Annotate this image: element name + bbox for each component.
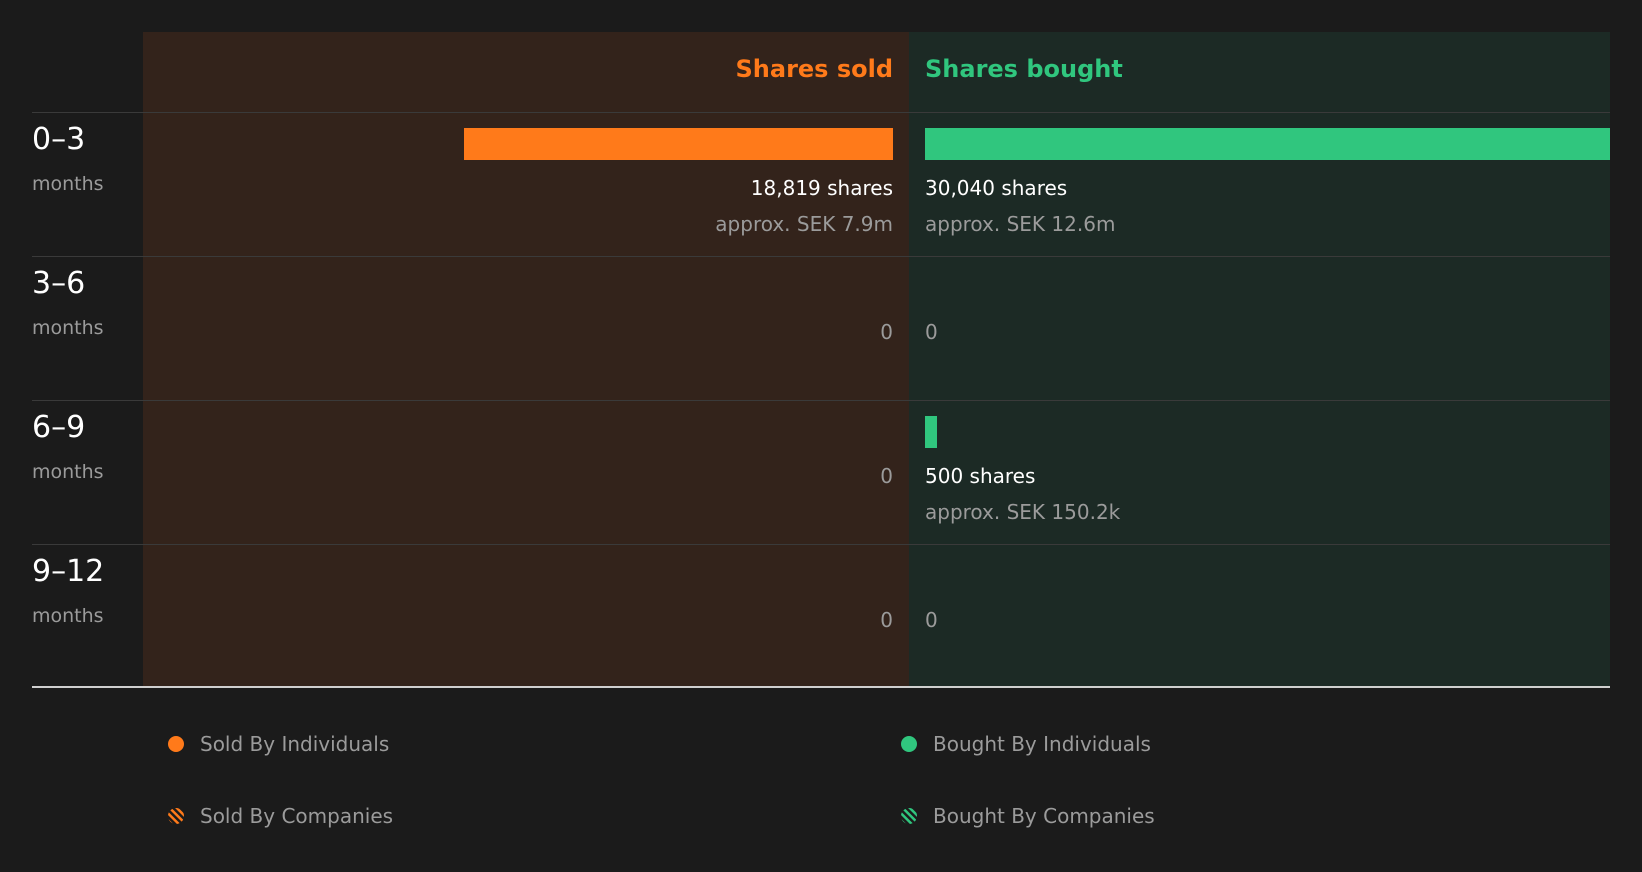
row-label: 0–3 xyxy=(32,122,86,157)
legend-label: Sold By Individuals xyxy=(200,732,390,756)
sold-zero-label: 0 xyxy=(880,608,893,632)
row-separator xyxy=(32,256,1610,257)
sold-shares-label: 18,819 shares xyxy=(750,176,893,200)
legend-label: Bought By Individuals xyxy=(933,732,1151,756)
dot-icon xyxy=(901,736,917,752)
legend-item[interactable]: Sold By Individuals xyxy=(168,731,389,757)
bought-bar[interactable] xyxy=(925,416,937,448)
bought-value-label: approx. SEK 12.6m xyxy=(925,212,1116,236)
sold-bar[interactable] xyxy=(463,128,893,160)
bought-zero-label: 0 xyxy=(925,320,938,344)
legend-item[interactable]: Bought By Companies xyxy=(901,803,1155,829)
shares-sold-header: Shares sold xyxy=(735,55,894,83)
row-unit: months xyxy=(32,461,104,483)
legend-label: Bought By Companies xyxy=(933,804,1155,828)
bought-value-label: approx. SEK 150.2k xyxy=(925,500,1121,524)
row-unit: months xyxy=(32,317,104,339)
row-label: 9–12 xyxy=(32,554,105,589)
dot-icon xyxy=(168,736,184,752)
row-separator xyxy=(32,544,1610,545)
insider-trading-chart: Shares sold Shares bought 0–3 months 18,81… xyxy=(0,0,1642,872)
row-label: 3–6 xyxy=(32,266,86,301)
striped-dot-icon xyxy=(168,808,184,824)
sold-zero-label: 0 xyxy=(880,320,893,344)
bought-shares-label: 30,040 shares xyxy=(925,176,1068,200)
row-separator xyxy=(32,112,1610,113)
legend-label: Sold By Companies xyxy=(200,804,394,828)
row-label: 6–9 xyxy=(32,410,86,445)
sold-zero-label: 0 xyxy=(880,464,893,488)
bought-bar[interactable] xyxy=(925,128,1610,160)
row-separator xyxy=(32,400,1610,401)
bought-zero-label: 0 xyxy=(925,608,938,632)
axis-line xyxy=(32,686,1610,688)
legend-item[interactable]: Bought By Individuals xyxy=(901,731,1151,757)
sold-value-label: approx. SEK 7.9m xyxy=(715,212,893,236)
shares-bought-header: Shares bought xyxy=(925,55,1123,83)
legend-item[interactable]: Sold By Companies xyxy=(168,803,393,829)
row-unit: months xyxy=(32,173,104,195)
bought-shares-label: 500 shares xyxy=(925,464,1036,488)
row-unit: months xyxy=(32,605,104,627)
striped-dot-icon xyxy=(901,808,917,824)
